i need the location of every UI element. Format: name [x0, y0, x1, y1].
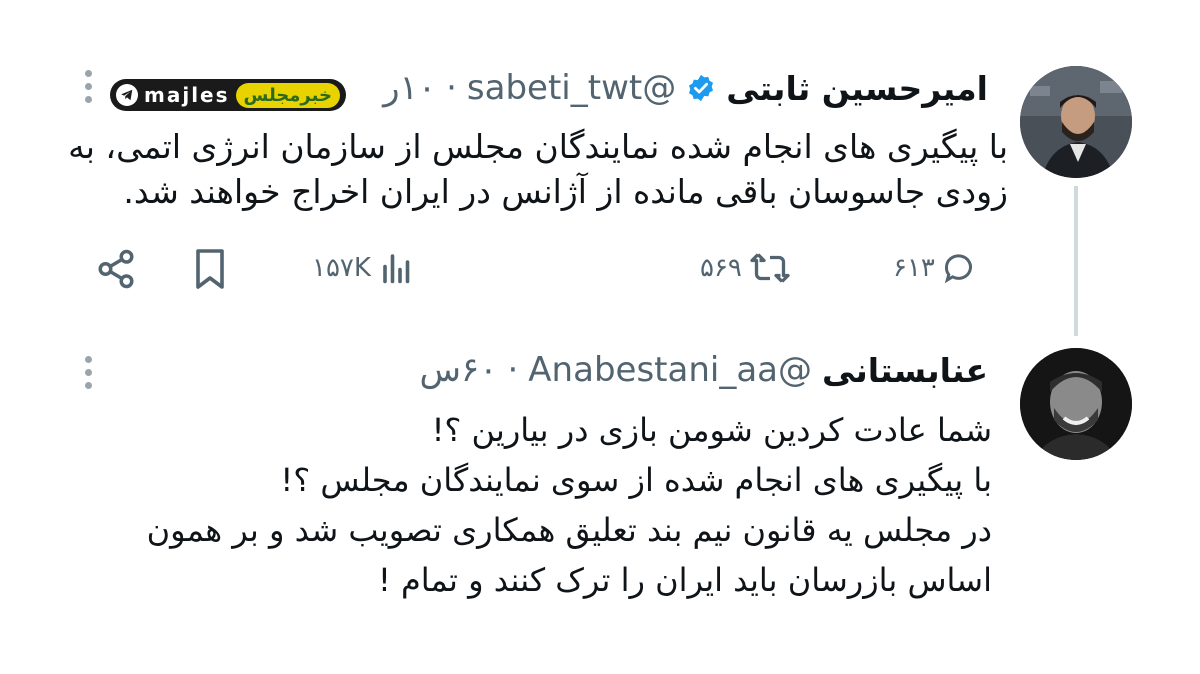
tweet2-text-line: با پیگیری های انجام شده از سوی نمایندگان…: [280, 461, 992, 499]
share-button[interactable]: [95, 248, 137, 290]
views-count: ۱۵۷K: [312, 253, 371, 283]
retweet-icon: [750, 253, 790, 283]
tweet1-header: امیرحسین ثابتی @sabeti_twt · ۱۰ر: [383, 66, 988, 110]
views-button[interactable]: ۱۵۷K: [312, 248, 417, 288]
avatar-image: [1020, 348, 1132, 460]
avatar-sabeti[interactable]: [1020, 66, 1132, 178]
tweet1-more-icon[interactable]: [84, 70, 92, 103]
tweet1-time[interactable]: ۱۰ر: [383, 68, 436, 108]
tweet1-text-line: زودی جاسوسان باقی مانده از آژانس در ایرا…: [123, 172, 1008, 211]
reply-icon: [944, 254, 972, 284]
tweet2-text-line: شما عادت کردین شومن بازی در بیارین ؟!: [431, 411, 992, 449]
tweet2-text: شما عادت کردین شومن بازی در بیارین ؟! با…: [92, 405, 992, 605]
tweet2-separator: ·: [507, 350, 519, 390]
tweet1-text-line: با پیگیری های انجام شده نمایندگان مجلس ا…: [68, 127, 1008, 166]
share-icon: [98, 249, 134, 289]
tweet2-time[interactable]: ۶۰س: [419, 350, 497, 390]
telegram-icon: [116, 84, 138, 106]
tweet2-handle[interactable]: @Anabestani_aa: [528, 350, 812, 390]
watermark-label-fa: خبرمجلس: [235, 82, 340, 108]
avatar-anabestani[interactable]: [1020, 348, 1132, 460]
thread-connector: [1074, 186, 1078, 336]
tweet2-more-icon[interactable]: [84, 356, 92, 389]
reply-count: ۶۱۳: [893, 253, 935, 283]
verified-badge-icon: [689, 74, 714, 102]
bookmark-button[interactable]: [192, 248, 228, 290]
tweet2-text-line: اساس بازرسان باید ایران را ترک کنند و تم…: [377, 561, 992, 599]
views-icon: [383, 254, 410, 284]
watermark-label-en: majles: [144, 83, 230, 107]
retweet-button[interactable]: ۵۶۹: [700, 248, 792, 288]
bookmark-icon: [196, 249, 224, 289]
reply-button[interactable]: ۶۱۳: [893, 248, 979, 288]
majles-watermark: majles خبرمجلس: [110, 79, 346, 111]
tweet1-separator: ·: [446, 68, 457, 108]
tweet1-handle[interactable]: @sabeti_twt: [467, 68, 676, 108]
tweet2-text-line: در مجلس یه قانون نیم بند تعلیق همکاری تص…: [146, 511, 992, 549]
tweet1-author-name[interactable]: امیرحسین ثابتی: [726, 69, 988, 108]
tweet2-author-name[interactable]: عنابستانی: [822, 351, 988, 390]
retweet-count: ۵۶۹: [700, 253, 742, 283]
tweet2-header: عنابستانی @Anabestani_aa · ۶۰س: [419, 348, 988, 392]
tweet1-text: با پیگیری های انجام شده نمایندگان مجلس ا…: [68, 124, 1008, 214]
avatar-image: [1020, 66, 1132, 178]
